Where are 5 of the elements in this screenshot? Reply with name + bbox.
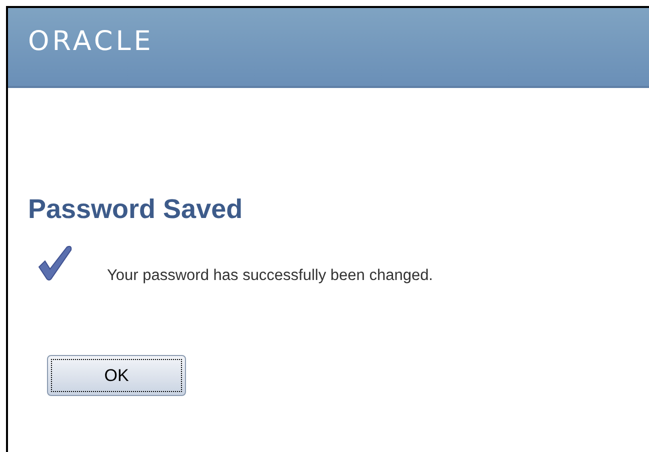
- page-title: Password Saved: [28, 196, 244, 223]
- success-message: Your password has successfully been changed.: [107, 268, 433, 283]
- ok-button[interactable]: OK: [47, 355, 186, 396]
- checkmark-icon: [37, 243, 73, 281]
- logo: ORACLE: [28, 28, 154, 54]
